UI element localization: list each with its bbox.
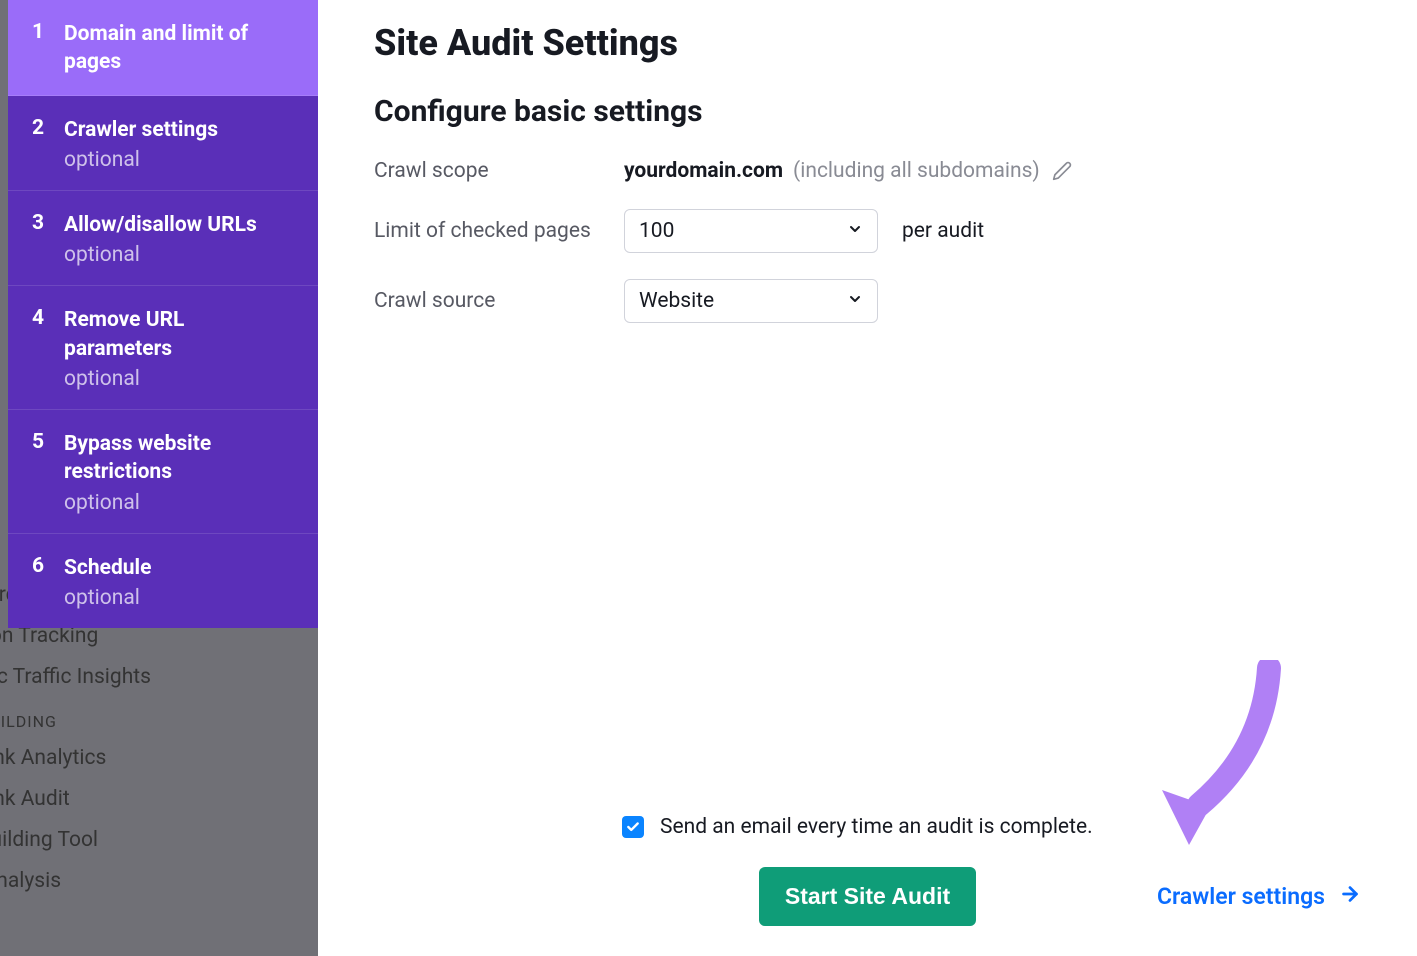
crawler-settings-link-text: Crawler settings — [1157, 883, 1325, 910]
page-title: Site Audit Settings — [374, 22, 1361, 64]
sidebar-step-schedule[interactable]: 6 Schedule optional — [8, 534, 318, 628]
arrow-right-icon — [1339, 883, 1361, 911]
select-value: Website — [639, 289, 714, 313]
email-notification-row: Send an email every time an audit is com… — [374, 815, 1361, 839]
email-checkbox[interactable] — [622, 816, 644, 838]
step-number: 3 — [32, 211, 46, 267]
modal-wrapper: 1 Domain and limit of pages 2 Crawler se… — [8, 0, 1417, 956]
crawl-scope-domain: yourdomain.com — [624, 159, 783, 183]
settings-sidebar: 1 Domain and limit of pages 2 Crawler se… — [8, 0, 318, 956]
step-number: 5 — [32, 430, 46, 515]
crawl-scope-note: (including all subdomains) — [793, 159, 1040, 183]
chevron-down-icon — [847, 291, 863, 311]
edit-icon[interactable] — [1052, 161, 1072, 181]
step-optional: optional — [64, 243, 257, 267]
step-title: Allow/disallow URLs — [64, 211, 257, 239]
sidebar-step-domain-limit[interactable]: 1 Domain and limit of pages — [8, 0, 318, 96]
step-optional: optional — [64, 367, 294, 391]
sidebar-step-remove-url-params[interactable]: 4 Remove URL parameters optional — [8, 286, 318, 410]
action-row: Start Site Audit Crawler settings — [374, 867, 1361, 926]
step-title: Schedule — [64, 554, 151, 582]
step-number: 2 — [32, 116, 46, 172]
step-number: 1 — [32, 20, 46, 77]
row-limit-pages: Limit of checked pages 100 per audit — [374, 209, 1361, 253]
row-crawl-source: Crawl source Website — [374, 279, 1361, 323]
label-crawl-scope: Crawl scope — [374, 159, 624, 183]
label-crawl-source: Crawl source — [374, 289, 624, 313]
chevron-down-icon — [847, 221, 863, 241]
settings-content: Site Audit Settings Configure basic sett… — [318, 0, 1417, 956]
start-site-audit-button[interactable]: Start Site Audit — [759, 867, 976, 926]
per-audit-label: per audit — [902, 219, 984, 243]
step-optional: optional — [64, 148, 218, 172]
sidebar-step-crawler-settings[interactable]: 2 Crawler settings optional — [8, 96, 318, 191]
sidebar-step-bypass-restrictions[interactable]: 5 Bypass website restrictions optional — [8, 410, 318, 534]
step-number: 6 — [32, 554, 46, 610]
step-optional: optional — [64, 586, 151, 610]
label-limit-pages: Limit of checked pages — [374, 219, 624, 243]
settings-footer: Send an email every time an audit is com… — [374, 815, 1361, 926]
step-title: Crawler settings — [64, 116, 218, 144]
row-crawl-scope: Crawl scope yourdomain.com (including al… — [374, 159, 1361, 183]
select-limit-pages[interactable]: 100 — [624, 209, 878, 253]
email-label: Send an email every time an audit is com… — [660, 815, 1093, 839]
crawler-settings-link[interactable]: Crawler settings — [1157, 883, 1361, 911]
sidebar-step-allow-disallow[interactable]: 3 Allow/disallow URLs optional — [8, 191, 318, 286]
step-number: 4 — [32, 306, 46, 391]
step-title: Domain and limit of pages — [64, 20, 294, 77]
step-optional: optional — [64, 491, 294, 515]
section-title: Configure basic settings — [374, 94, 1361, 129]
select-crawl-source[interactable]: Website — [624, 279, 878, 323]
step-title: Remove URL parameters — [64, 306, 294, 363]
select-value: 100 — [639, 219, 674, 243]
step-title: Bypass website restrictions — [64, 430, 294, 487]
